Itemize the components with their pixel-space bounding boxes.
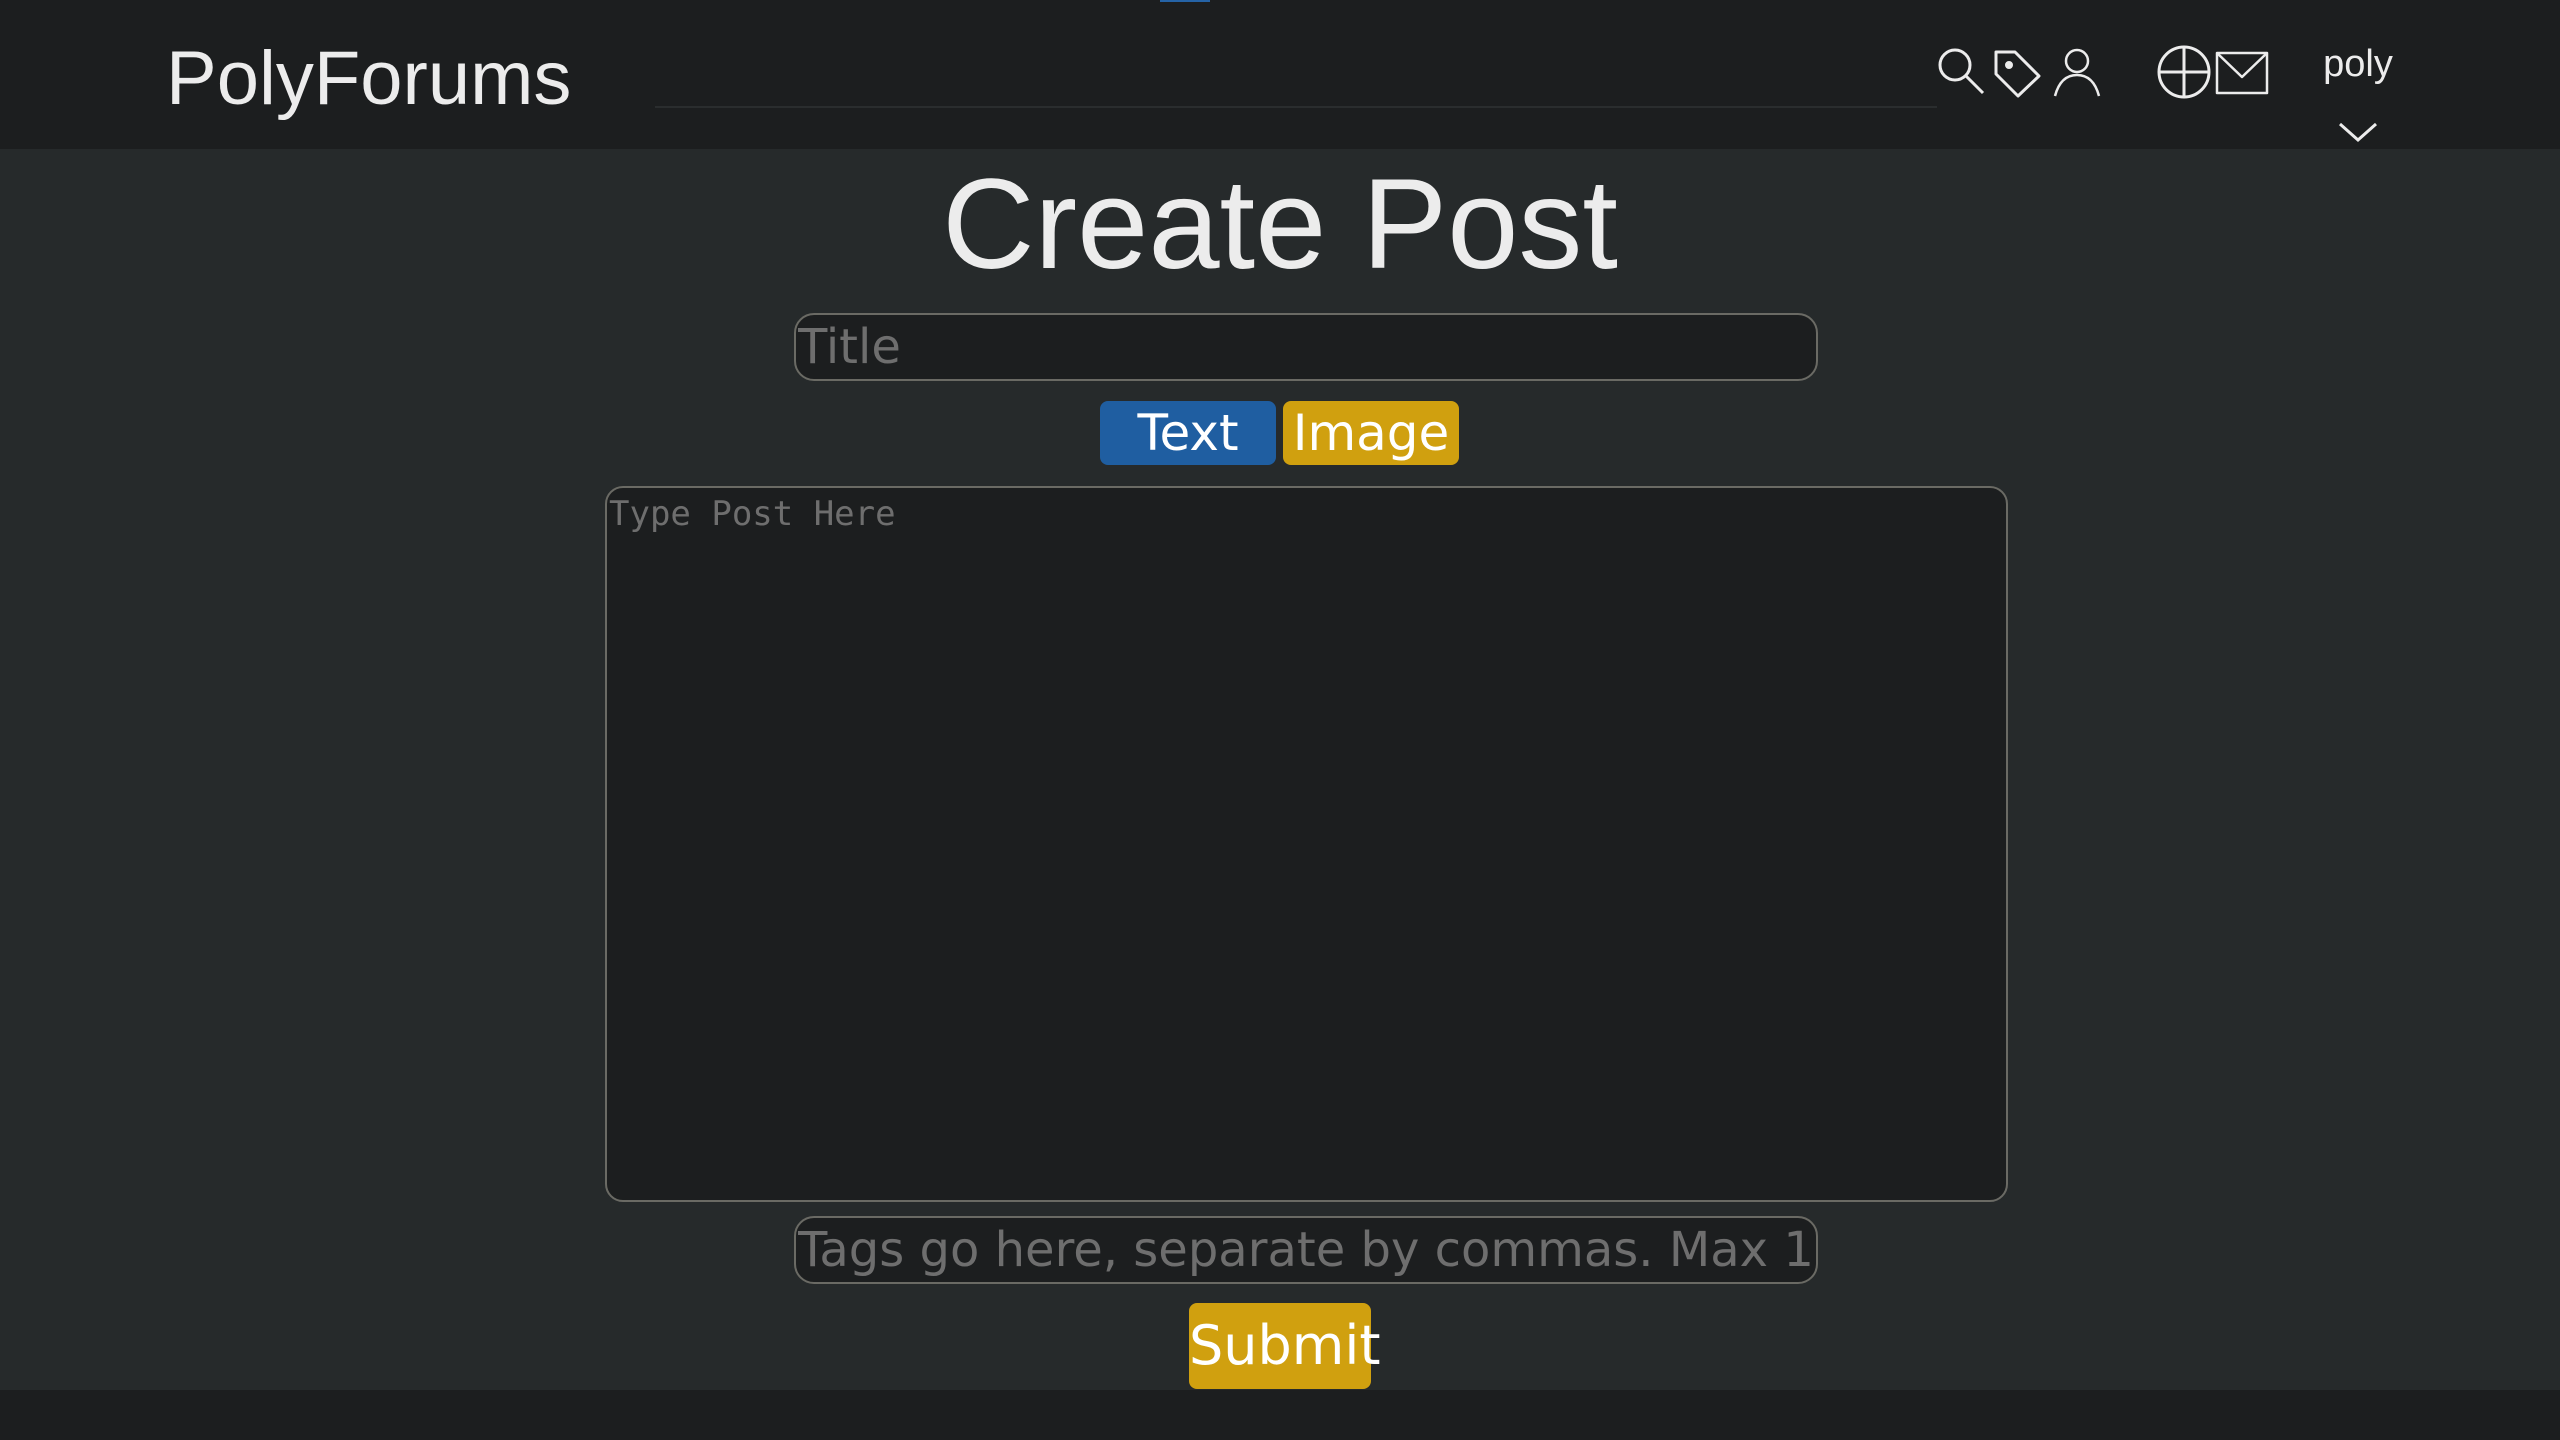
top-navbar: PolyForums poly xyxy=(0,0,2560,149)
post-body-textarea[interactable] xyxy=(605,486,2008,1202)
create-button[interactable] xyxy=(2154,42,2214,102)
mail-icon xyxy=(2215,51,2269,95)
footer-bar xyxy=(0,1390,2560,1440)
submit-button[interactable]: Submit xyxy=(1189,1303,1381,1389)
user-menu-name[interactable]: poly xyxy=(2318,36,2398,92)
page-title: Create Post xyxy=(942,153,1618,296)
profile-icon xyxy=(2053,48,2101,97)
site-logo[interactable]: PolyForums xyxy=(166,36,571,122)
chevron-down-icon[interactable] xyxy=(2337,118,2379,146)
tags-input[interactable] xyxy=(794,1216,1818,1284)
focus-indicator xyxy=(1160,0,1210,2)
create-icon xyxy=(2157,45,2211,99)
tab-text[interactable]: Text xyxy=(1100,401,1276,465)
nav-divider xyxy=(655,106,1937,108)
tab-image[interactable]: Image xyxy=(1283,401,1459,465)
search-button[interactable] xyxy=(1932,42,1992,102)
messages-button[interactable] xyxy=(2212,42,2272,102)
search-icon xyxy=(1938,48,1985,95)
profile-button[interactable] xyxy=(2045,42,2105,102)
tags-button[interactable] xyxy=(1988,42,2048,102)
tag-icon xyxy=(1994,50,2041,98)
title-input[interactable] xyxy=(794,313,1818,381)
